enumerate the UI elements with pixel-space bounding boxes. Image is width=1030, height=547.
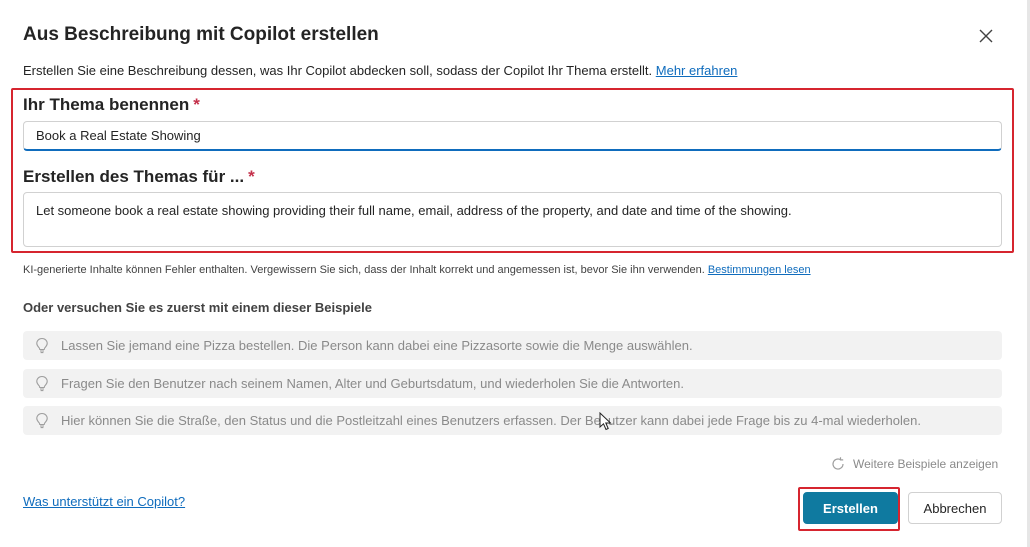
example-text: Lassen Sie jemand eine Pizza bestellen. … [61, 338, 693, 353]
terms-link[interactable]: Bestimmungen lesen [708, 264, 811, 276]
example-text: Fragen Sie den Benutzer nach seinem Name… [61, 376, 684, 391]
example-text: Hier können Sie die Straße, den Status u… [61, 413, 921, 428]
more-examples-label: Weitere Beispiele anzeigen [853, 457, 999, 471]
description-text: Erstellen Sie eine Beschreibung dessen, … [23, 63, 656, 78]
lightbulb-icon [35, 412, 51, 430]
lightbulb-icon [35, 375, 51, 393]
topic-description-textarea[interactable]: Let someone book a real estate showing p… [23, 192, 1002, 247]
close-icon [979, 29, 993, 43]
topic-name-label: Ihr Thema benennen * [23, 95, 200, 115]
more-examples-button[interactable]: Weitere Beispiele anzeigen [830, 456, 998, 472]
ai-disclaimer: KI-generierte Inhalte können Fehler enth… [23, 264, 811, 276]
dialog-description: Erstellen Sie eine Beschreibung dessen, … [23, 63, 737, 78]
create-button[interactable]: Erstellen [803, 492, 898, 524]
create-topic-for-label: Erstellen des Themas für ... * [23, 167, 255, 187]
create-from-description-dialog: Aus Beschreibung mit Copilot erstellen E… [0, 0, 1030, 547]
refresh-icon [830, 456, 846, 472]
example-item[interactable]: Hier können Sie die Straße, den Status u… [23, 406, 1002, 435]
disclaimer-text: KI-generierte Inhalte können Fehler enth… [23, 264, 708, 276]
required-marker: * [248, 167, 255, 186]
example-item[interactable]: Lassen Sie jemand eine Pizza bestellen. … [23, 331, 1002, 360]
dialog-title: Aus Beschreibung mit Copilot erstellen [23, 24, 379, 45]
example-item[interactable]: Fragen Sie den Benutzer nach seinem Name… [23, 369, 1002, 398]
examples-title: Oder versuchen Sie es zuerst mit einem d… [23, 300, 372, 315]
cancel-button[interactable]: Abbrechen [908, 492, 1002, 524]
learn-more-link[interactable]: Mehr erfahren [656, 63, 738, 78]
copilot-support-link[interactable]: Was unterstützt ein Copilot? [23, 494, 185, 509]
topic-name-label-text: Ihr Thema benennen [23, 95, 190, 114]
required-marker: * [193, 95, 200, 114]
topic-name-input[interactable]: Book a Real Estate Showing [23, 121, 1002, 151]
mouse-cursor-icon [599, 412, 612, 431]
create-topic-for-label-text: Erstellen des Themas für ... [23, 167, 245, 186]
close-button[interactable] [974, 24, 998, 48]
lightbulb-icon [35, 337, 51, 355]
